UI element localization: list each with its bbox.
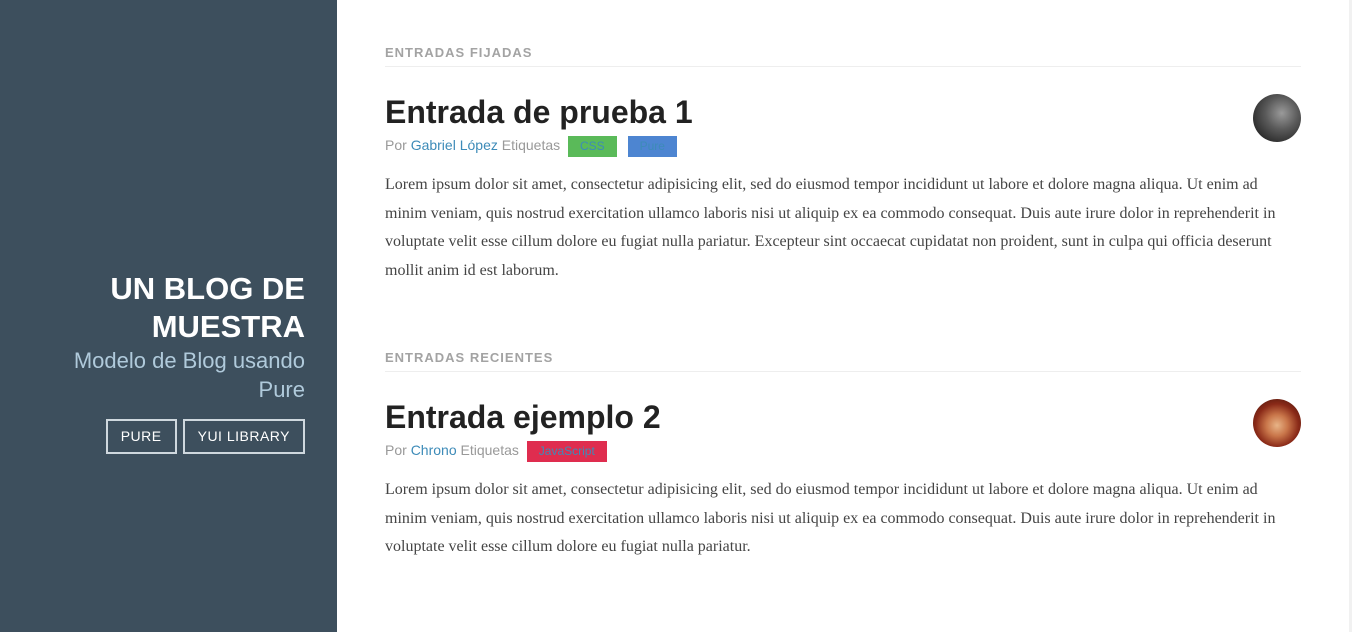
brand-tagline: Modelo de Blog usando Pure [73, 348, 305, 402]
post-body: Lorem ipsum dolor sit amet, consectetur … [385, 481, 1276, 556]
section-title-recent: ENTRADAS RECIENTES [385, 350, 1301, 372]
nav-button-pure[interactable]: PURE [105, 419, 177, 454]
author-avatar-icon [1253, 94, 1301, 142]
author-link[interactable]: Gabriel López [411, 137, 498, 153]
meta-by-label: Por [385, 442, 407, 458]
post-meta: Por Gabriel López Etiquetas CSS Pure [385, 134, 1301, 157]
post-meta: Por Chrono Etiquetas JavaScript [385, 439, 1301, 462]
sidebar: UN BLOG DE MUESTRA Modelo de Blog usando… [0, 0, 337, 632]
meta-by-label: Por [385, 137, 407, 153]
sidebar-header: UN BLOG DE MUESTRA Modelo de Blog usando… [35, 270, 305, 454]
post-body: Lorem ipsum dolor sit amet, consectetur … [385, 176, 1276, 280]
brand-title: UN BLOG DE MUESTRA [110, 271, 305, 344]
post-1: Entrada de prueba 1 Por Gabriel López Et… [385, 93, 1301, 286]
tag-pure[interactable]: Pure [627, 135, 677, 157]
meta-tags-label: Etiquetas [460, 442, 519, 458]
nav-button-yui-library[interactable]: YUI LIBRARY [182, 419, 305, 454]
sidebar-nav: PURE YUI LIBRARY [35, 419, 305, 454]
post-2: Entrada ejemplo 2 Por Chrono Etiquetas J… [385, 398, 1301, 562]
meta-tags-label: Etiquetas [501, 137, 561, 153]
tag-css[interactable]: CSS [568, 135, 617, 157]
tag-javascript[interactable]: JavaScript [526, 440, 607, 462]
section-title-pinned: ENTRADAS FIJADAS [385, 45, 1301, 67]
post-title[interactable]: Entrada de prueba 1 [385, 93, 1301, 131]
post-title[interactable]: Entrada ejemplo 2 [385, 398, 1301, 436]
author-avatar-icon [1253, 399, 1301, 447]
author-link[interactable]: Chrono [411, 442, 457, 458]
